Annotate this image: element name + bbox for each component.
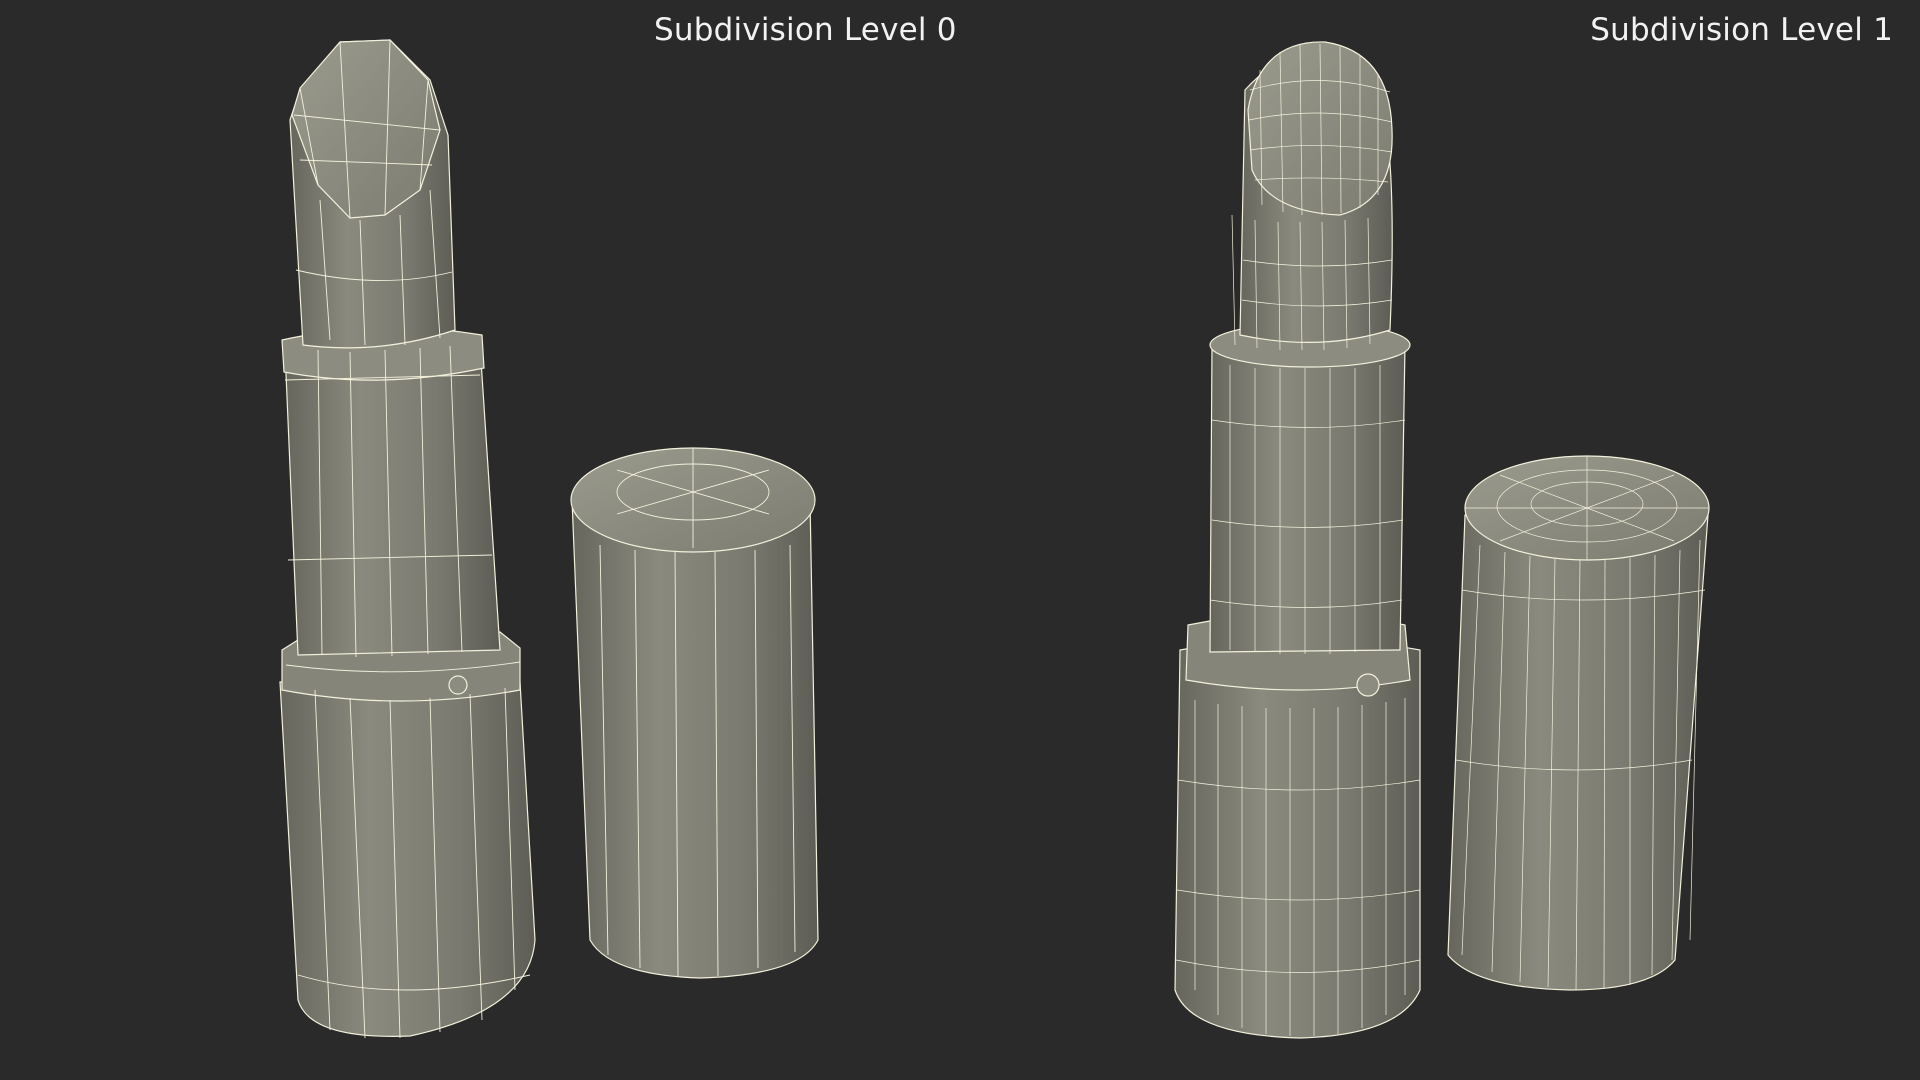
subdivision-level-0-label: Subdivision Level 0: [654, 12, 957, 48]
lipstick-cap-level-0: [570, 447, 819, 979]
render-viewport: Subdivision Level 0 Subdivision Level 1: [0, 0, 1920, 1080]
subdivision-level-1-label: Subdivision Level 1: [1590, 12, 1893, 48]
collar-detail-icon: [448, 675, 468, 695]
cap-body: [571, 499, 819, 979]
lipstick-base-case: [1174, 638, 1421, 1039]
lipstick-base-case: [279, 681, 536, 1037]
lipstick-inner-tube: [1209, 344, 1406, 653]
lipstick-model-level-1: [1174, 41, 1421, 1039]
wireframe-scene: [279, 39, 1710, 1039]
collar-detail-icon: [1356, 673, 1380, 697]
lipstick-model-level-0: [279, 39, 536, 1039]
lipstick-cap-level-1: [1447, 455, 1710, 991]
lipstick-inner-tube: [284, 344, 501, 656]
